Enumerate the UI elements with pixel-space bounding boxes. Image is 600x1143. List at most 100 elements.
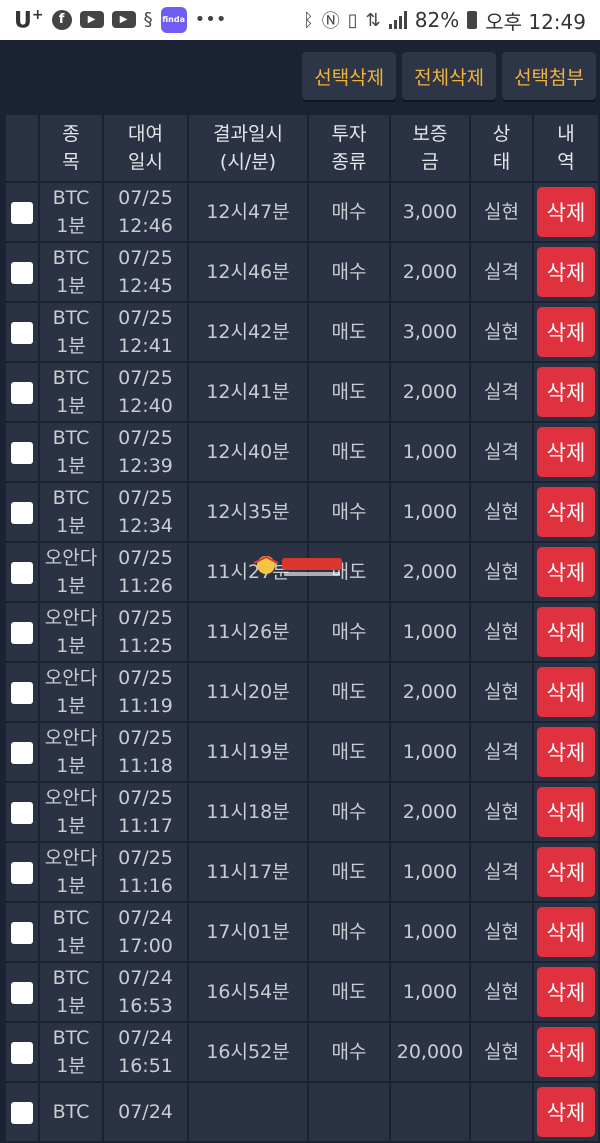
table-row: 오안다 1분 07/25 11:19 11시20분 매도 2,000 실현 삭제 xyxy=(4,661,600,723)
row-checkbox[interactable] xyxy=(11,981,33,1004)
row-checkbox[interactable] xyxy=(11,441,33,464)
select-attach-button[interactable]: 선택첨부 xyxy=(502,52,596,100)
header-select xyxy=(4,113,40,183)
delete-button[interactable]: 삭제 xyxy=(537,247,595,297)
item-cell: BTC xyxy=(38,1081,104,1143)
row-checkbox[interactable] xyxy=(11,921,33,944)
row-checkbox[interactable] xyxy=(11,381,33,404)
status-cell: 실격 xyxy=(469,241,534,303)
item-cell: 오안다 1분 xyxy=(38,841,104,903)
status-cell: 실현 xyxy=(469,541,534,603)
select-delete-button[interactable]: 선택삭제 xyxy=(302,52,397,100)
item-cell: BTC 1분 xyxy=(38,421,104,483)
youtube-icon: ▶ xyxy=(79,11,104,29)
item-cell: 오안다 1분 xyxy=(38,781,104,843)
rent-time-cell: 07/25 12:34 xyxy=(102,481,189,543)
row-select-cell xyxy=(4,181,40,243)
row-checkbox[interactable] xyxy=(11,681,33,704)
delete-cell: 삭제 xyxy=(532,241,600,303)
type-cell: 매도 xyxy=(307,361,391,423)
type-cell: 매도 xyxy=(307,721,391,783)
finda-app-icon: finda xyxy=(160,6,187,33)
app-s-icon: § xyxy=(143,9,153,31)
row-checkbox[interactable] xyxy=(11,1041,33,1064)
delete-button[interactable]: 삭제 xyxy=(537,787,595,837)
delete-cell: 삭제 xyxy=(532,961,600,1023)
delete-all-button[interactable]: 전체삭제 xyxy=(402,52,497,100)
status-cell: 실격 xyxy=(469,841,534,903)
row-checkbox[interactable] xyxy=(11,621,33,644)
delete-button[interactable]: 삭제 xyxy=(537,907,595,957)
row-select-cell xyxy=(4,241,40,303)
row-checkbox[interactable] xyxy=(11,501,33,524)
result-time-cell: 11시17분 xyxy=(187,841,309,903)
row-checkbox[interactable] xyxy=(11,801,33,824)
status-cell: 실현 xyxy=(469,781,534,843)
rent-time-cell: 07/25 11:18 xyxy=(102,721,189,783)
row-select-cell xyxy=(4,601,40,663)
deposit-cell: 1,000 xyxy=(389,481,471,543)
delete-button[interactable]: 삭제 xyxy=(537,547,595,597)
delete-cell: 삭제 xyxy=(532,421,600,483)
delete-button[interactable]: 삭제 xyxy=(537,847,595,897)
bluetooth-icon: ᛒ xyxy=(302,9,314,31)
result-time-cell: 16시52분 xyxy=(187,1021,309,1083)
result-time-cell: 12시42분 xyxy=(187,301,309,363)
vibrate-icon: ▯ xyxy=(347,9,358,31)
deposit-cell: 3,000 xyxy=(389,181,471,243)
item-cell: BTC 1분 xyxy=(38,1021,104,1083)
delete-cell: 삭제 xyxy=(532,301,600,363)
lte-icon: ⇅ xyxy=(365,9,381,31)
header-rent-time: 대여 일시 xyxy=(102,113,189,183)
type-cell: 매도 xyxy=(307,421,391,483)
table-body: BTC 1분 07/25 12:46 12시47분 매수 3,000 실현 삭제 BTC 1분 07/… xyxy=(4,181,600,1143)
item-cell: 오안다 1분 xyxy=(38,721,104,783)
delete-button[interactable]: 삭제 xyxy=(537,967,595,1017)
row-select-cell xyxy=(4,901,40,963)
result-time-cell: 11시26분 xyxy=(187,601,309,663)
delete-button[interactable]: 삭제 xyxy=(537,427,595,477)
table-row: 오안다 1분 07/25 11:18 11시19분 매도 1,000 실격 삭제 xyxy=(4,721,600,783)
delete-button[interactable]: 삭제 xyxy=(537,1027,595,1077)
row-checkbox[interactable] xyxy=(11,261,33,284)
row-checkbox[interactable] xyxy=(11,1101,33,1124)
delete-button[interactable]: 삭제 xyxy=(537,187,595,237)
table-row: 오안다 1분 07/25 11:25 11시26분 매수 1,000 실현 삭제 xyxy=(4,601,600,663)
result-time-cell: 12시47분 xyxy=(187,181,309,243)
delete-button[interactable]: 삭제 xyxy=(537,727,595,777)
rent-time-cell: 07/25 12:41 xyxy=(102,301,189,363)
delete-button[interactable]: 삭제 xyxy=(537,667,595,717)
deposit-cell: 1,000 xyxy=(389,721,471,783)
result-time-cell: 11시20분 xyxy=(187,661,309,723)
status-cell: 실현 xyxy=(469,181,534,243)
rent-time-cell: 07/25 11:16 xyxy=(102,841,189,903)
status-cell: 실현 xyxy=(469,481,534,543)
row-checkbox[interactable] xyxy=(11,861,33,884)
header-deposit: 보증 금 xyxy=(389,113,471,183)
row-checkbox[interactable] xyxy=(11,741,33,764)
delete-button[interactable]: 삭제 xyxy=(537,367,595,417)
row-checkbox[interactable] xyxy=(11,561,33,584)
deposit-cell: 20,000 xyxy=(389,1021,471,1083)
delete-button[interactable]: 삭제 xyxy=(537,607,595,657)
delete-cell: 삭제 xyxy=(532,841,600,903)
facebook-icon: f xyxy=(51,9,72,30)
table-header-row: 종목 대여 일시 결과일시 (시/분) 투자 종류 보증 금 상태 내역 xyxy=(4,113,600,183)
delete-button[interactable]: 삭제 xyxy=(537,487,595,537)
row-checkbox[interactable] xyxy=(11,321,33,344)
delete-button[interactable]: 삭제 xyxy=(537,307,595,357)
type-cell: 매수 xyxy=(307,901,391,963)
row-checkbox[interactable] xyxy=(11,201,33,224)
rent-time-cell: 07/25 11:19 xyxy=(102,661,189,723)
row-select-cell xyxy=(4,481,40,543)
table-row: BTC 07/24 삭제 xyxy=(4,1081,600,1143)
row-select-cell xyxy=(4,361,40,423)
type-cell: 매도 xyxy=(307,661,391,723)
header-result-time: 결과일시 (시/분) xyxy=(187,113,309,183)
header-type: 투자 종류 xyxy=(307,113,391,183)
deposit-cell xyxy=(389,1081,471,1143)
rent-time-cell: 07/25 11:26 xyxy=(102,541,189,603)
deposit-cell: 1,000 xyxy=(389,901,471,963)
rent-time-cell: 07/25 11:25 xyxy=(102,601,189,663)
carrier-label: U+ xyxy=(14,6,44,34)
